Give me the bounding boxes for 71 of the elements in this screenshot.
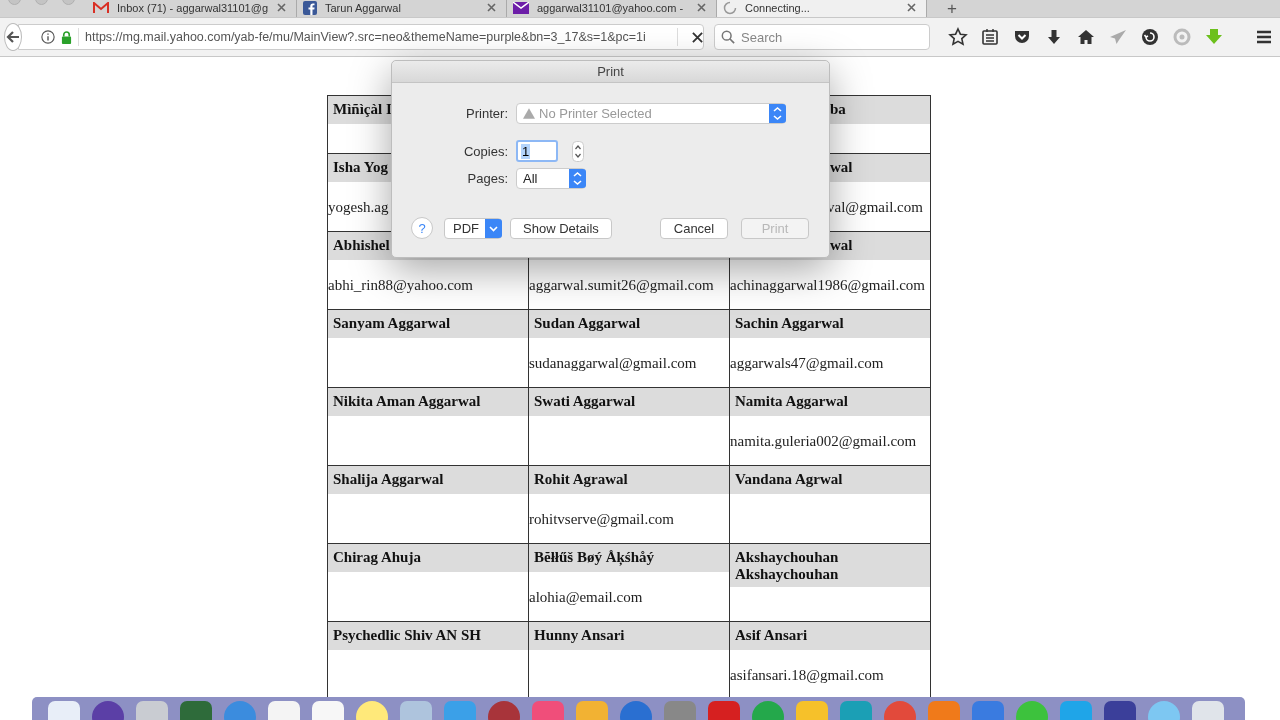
warning-icon [523,108,535,119]
contact-email: aggarwal.sumit26@gmail.com [529,277,714,294]
contact-name: wal [830,159,853,176]
home-icon[interactable] [1076,27,1096,47]
help-button[interactable]: ? [411,217,433,239]
circle-icon[interactable] [1172,27,1192,47]
contact-name: wal [830,237,853,254]
close-icon[interactable] [907,3,916,12]
contact-name: Hunny Ansari [534,627,625,644]
contact-name: Abhishel [333,237,390,254]
star-icon[interactable] [948,27,968,47]
contact-name: ba [830,101,846,118]
facebook-icon [303,0,317,15]
contact-email: val@gmail.com [827,199,923,216]
contact-name: Shalija Aggarwal [333,471,444,488]
list-icon[interactable] [980,27,1000,47]
dialog-button[interactable]: Show Details [510,217,612,239]
contact-email: aggarwals47@gmail.com [730,355,884,372]
address-field[interactable]: https://mg.mail.yahoo.com/yab-fe/mu/MainView?.src=neo&themeName=purple&bn=3_17&s=1&pc=1i [18,24,704,50]
contact-name: Asif Ansari [735,627,808,644]
envelope-icon [513,1,529,14]
back-arrow-icon [5,29,21,45]
new-tab-button[interactable]: + [947,0,957,17]
printer-label: Printer: [465,106,508,121]
search-field[interactable]: Search [714,24,930,50]
info-icon[interactable] [41,30,55,44]
contact-email: rohitvserve@gmail.com [529,511,675,528]
dialog-button[interactable]: Cancel [660,217,728,239]
contact-name: Akshaychouhan Akshaychouhan [735,549,840,583]
pdf-button[interactable]: PDF [444,217,502,239]
contact-name: Chirag Ahuja [333,549,421,566]
copies-field[interactable]: 1 [516,140,558,162]
stepper-icon[interactable] [572,140,584,162]
contact-name: Mìñìçàl I [333,101,392,118]
chevrons-icon [769,104,786,123]
envelope-icon [93,1,109,14]
contact-name: Swati Aggarwal [534,393,636,410]
contact-name: Isha Yog [333,159,388,176]
close-icon[interactable] [277,3,286,12]
contact-email: abhi_rin88@yahoo.com [328,277,474,294]
lock-icon [61,30,72,44]
contact-email: yogesh.ag [328,199,389,216]
contact-email: achinaggarwal1986@gmail.com [730,277,925,294]
contact-name: Namita Aggarwal [735,393,848,410]
caret-icon [485,218,502,238]
pages-label: Pages: [466,171,508,186]
close-icon[interactable] [697,3,706,12]
search-icon [721,30,735,44]
back-button[interactable] [4,23,22,51]
history-icon[interactable] [1140,27,1160,47]
contact-name: Sudan Aggarwal [534,315,641,332]
dialog-title: Print [597,64,624,79]
paper-plane-icon[interactable] [1108,27,1128,47]
contact-name: Sanyam Aggarwal [333,315,451,332]
contact-email: namita.guleria002@gmail.com [730,433,917,450]
contact-name: Nikita Aman Aggarwal [333,393,481,410]
contact-name: Rohit Agrawal [534,471,628,488]
contact-name: Psychedlic Shiv AN SH [333,627,481,644]
pages-dropdown[interactable]: All [516,168,586,189]
contact-email: sudanaggarwal@gmail.com [529,355,697,372]
spinner-icon [723,0,737,15]
clear-icon[interactable] [692,31,703,43]
close-icon[interactable] [487,3,496,12]
contact-name: Bĕłłűš Bøý Åķśhåý [534,549,655,566]
copies-label: Copies: [462,143,508,159]
contact-name: Vandana Agrwal [735,471,843,488]
contact-email: asifansari.18@gmail.com [730,667,884,684]
chevrons-icon [569,169,586,188]
contact-name: Sachin Aggarwal [735,315,844,332]
contact-email: alohia@email.com [529,589,643,606]
browser-tab[interactable]: Connecting... [717,0,927,17]
